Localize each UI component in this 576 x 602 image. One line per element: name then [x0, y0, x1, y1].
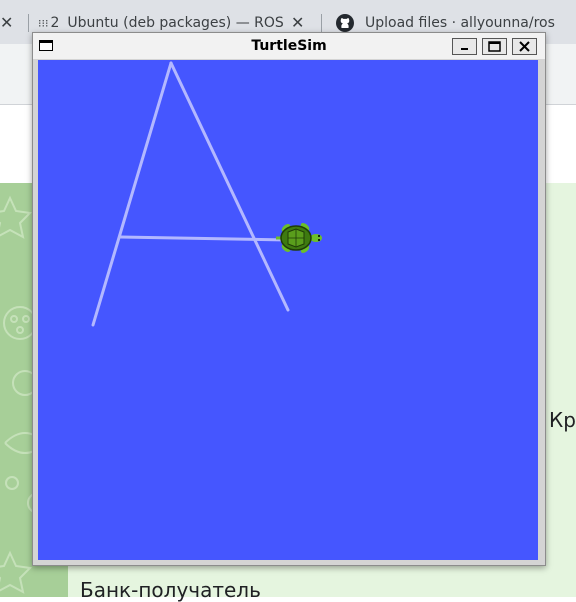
letter-a-left-stroke: [91, 61, 173, 327]
tab-separator: [321, 14, 322, 32]
page-text-bank-recipient: Банк-получатель: [80, 578, 261, 602]
letter-a-right-stroke: [169, 61, 290, 312]
tab-separator: [28, 14, 29, 32]
github-icon: [336, 14, 354, 32]
turtle-drawing: [91, 61, 322, 327]
turtlesim-window: TurtleSim: [32, 32, 546, 566]
tab-close-icon[interactable]: ✕: [0, 13, 13, 32]
maximize-button[interactable]: [482, 38, 507, 55]
turtle-icon: [276, 223, 322, 253]
page-text-partial: Кр: [549, 408, 576, 432]
close-icon: [519, 41, 530, 52]
turtlesim-canvas: [38, 60, 538, 560]
maximize-icon: [488, 41, 501, 52]
letter-a-crossbar: [118, 235, 290, 242]
minimize-icon: [461, 48, 468, 50]
tab-group-icon: ⁝⁝⁝: [38, 16, 49, 30]
tab-group-count: 2: [50, 15, 60, 31]
tab-label: Upload files · allyounna/ros: [365, 15, 555, 31]
window-titlebar[interactable]: TurtleSim: [33, 33, 545, 59]
close-button[interactable]: [512, 38, 537, 55]
tab-close-icon[interactable]: ✕: [291, 13, 304, 32]
tab-label: Ubuntu (deb packages) — ROS 2: [67, 15, 283, 31]
minimize-button[interactable]: [452, 38, 477, 55]
